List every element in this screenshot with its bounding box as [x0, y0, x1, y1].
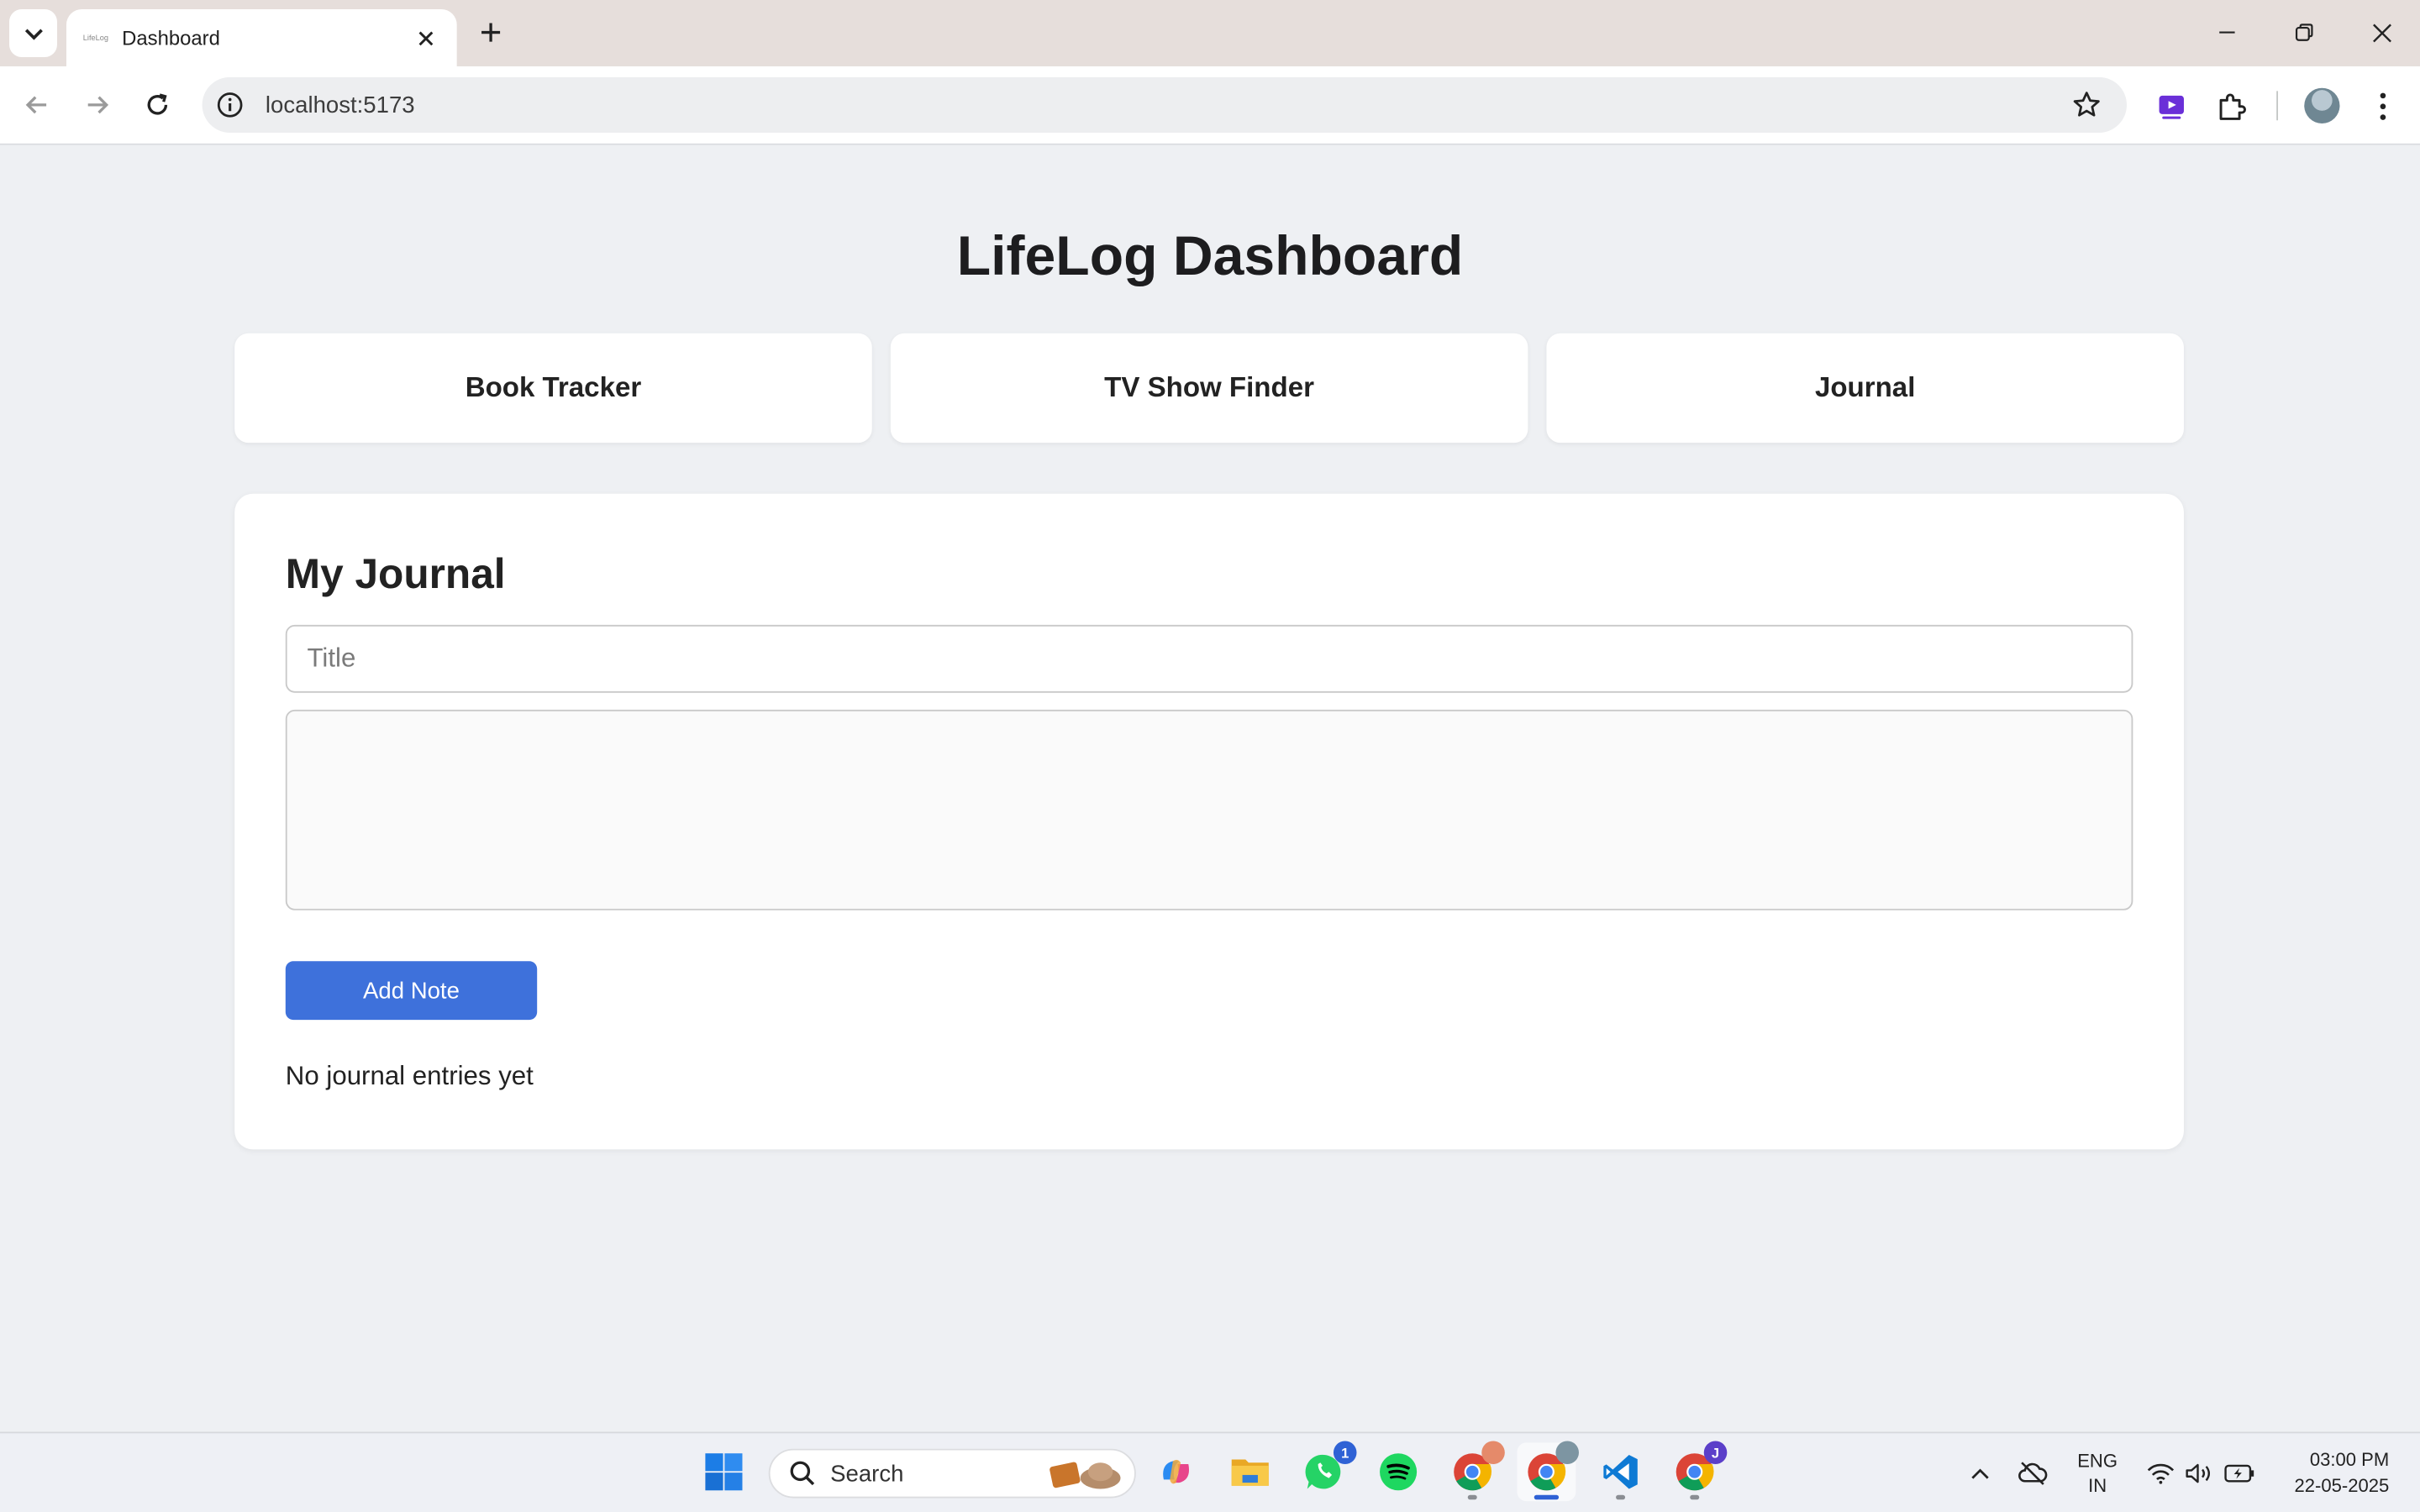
volume-icon[interactable] — [2184, 1458, 2215, 1489]
region-code: IN — [2088, 1474, 2107, 1497]
close-window-button[interactable] — [2363, 14, 2400, 51]
search-label: Search — [830, 1460, 904, 1487]
browser-tab-strip: LifeLog Dashboard — [0, 0, 2420, 66]
language-code: ENG — [2077, 1450, 2118, 1473]
minimize-button[interactable] — [2208, 14, 2245, 51]
forward-button[interactable] — [77, 85, 118, 125]
journal-body-textarea[interactable] — [285, 709, 2133, 911]
extensions-puzzle-icon[interactable] — [2212, 87, 2252, 127]
reload-button[interactable] — [137, 85, 177, 125]
chevron-down-icon — [24, 28, 42, 39]
address-bar[interactable]: localhost:5173 — [202, 76, 2128, 133]
minimize-icon — [2219, 31, 2235, 34]
whatsapp-notification-badge: 1 — [1333, 1441, 1357, 1465]
vscode-app-icon[interactable] — [1591, 1442, 1650, 1501]
copilot-app-icon[interactable] — [1147, 1442, 1206, 1501]
journal-heading: My Journal — [285, 550, 506, 597]
journal-panel: My Journal Add Note No journal entries y… — [234, 493, 2184, 1150]
language-indicator[interactable]: ENG IN — [2071, 1449, 2123, 1499]
reload-icon — [147, 93, 168, 115]
bookmark-star-icon[interactable] — [2068, 87, 2105, 123]
toolbar-separator — [2276, 91, 2279, 121]
chrome-profile-3-app-icon[interactable]: J — [1665, 1441, 1728, 1501]
system-clock[interactable]: 03:00 PM 22-05-2025 — [2275, 1447, 2390, 1499]
taskbar: Search 1 J ENG IN 03:00 PM 22-05-2025 — [0, 1431, 2420, 1512]
spotify-app-icon[interactable] — [1369, 1442, 1428, 1501]
new-tab-button[interactable] — [472, 14, 509, 51]
active-indicator — [1534, 1494, 1560, 1500]
journal-title-input[interactable] — [285, 624, 2133, 693]
profile-avatar[interactable] — [2304, 87, 2340, 123]
tab-search-button[interactable] — [9, 9, 57, 57]
running-indicator — [1690, 1494, 1700, 1500]
start-button[interactable] — [695, 1442, 754, 1501]
restore-icon — [2295, 24, 2313, 41]
search-icon — [790, 1461, 815, 1486]
nav-card-book-tracker[interactable]: Book Tracker — [234, 333, 872, 444]
site-info-icon[interactable] — [214, 90, 245, 121]
url-text[interactable]: localhost:5173 — [266, 92, 2068, 118]
extension-screen-recorder-icon[interactable] — [2151, 87, 2191, 127]
nav-card-tv-show-finder[interactable]: TV Show Finder — [890, 333, 1528, 444]
browser-toolbar: localhost:5173 — [0, 66, 2420, 145]
taskbar-search-box[interactable]: Search — [768, 1448, 1136, 1499]
page-title: LifeLog Dashboard — [956, 223, 1464, 287]
battery-charging-icon[interactable] — [2224, 1458, 2255, 1489]
tab-favicon-icon: LifeLog — [82, 33, 108, 43]
nav-card-journal[interactable]: Journal — [1546, 333, 2184, 444]
show-hidden-icons-chevron-up-icon[interactable] — [1965, 1458, 1996, 1489]
onedrive-offline-icon[interactable] — [2018, 1458, 2049, 1489]
chrome-profile-1-app-icon[interactable] — [1443, 1441, 1505, 1501]
empty-entries-message: No journal entries yet — [285, 1061, 534, 1091]
running-indicator — [1467, 1494, 1477, 1500]
page-content: LifeLog Dashboard Book Tracker TV Show F… — [0, 146, 2420, 1432]
arrow-left-icon — [25, 96, 47, 114]
restore-button[interactable] — [2286, 14, 2323, 51]
add-note-button[interactable]: Add Note — [285, 961, 538, 1021]
chrome-profile-badge: J — [1703, 1441, 1728, 1465]
more-menu-icon[interactable] — [2363, 87, 2403, 127]
chrome-profile-avatar-icon — [1555, 1441, 1579, 1465]
plus-icon — [481, 23, 501, 42]
close-icon — [2372, 23, 2391, 42]
back-button[interactable] — [17, 85, 57, 125]
windows-logo-icon — [705, 1453, 743, 1491]
arrow-right-icon — [87, 96, 109, 114]
wifi-icon[interactable] — [2145, 1458, 2176, 1489]
tab-close-button[interactable] — [411, 23, 442, 54]
browser-tab[interactable]: LifeLog Dashboard — [66, 9, 457, 66]
close-icon — [418, 30, 434, 45]
chrome-profile-2-app-icon[interactable] — [1517, 1441, 1579, 1502]
search-highlight-icon — [1050, 1462, 1121, 1489]
clock-time: 03:00 PM — [2309, 1448, 2390, 1471]
file-explorer-app-icon[interactable] — [1221, 1442, 1280, 1501]
tab-title: Dashboard — [122, 26, 220, 50]
running-indicator — [1616, 1494, 1626, 1500]
whatsapp-app-icon[interactable]: 1 — [1295, 1441, 1357, 1501]
chrome-profile-avatar-icon — [1481, 1441, 1505, 1465]
clock-date: 22-05-2025 — [2294, 1474, 2390, 1497]
